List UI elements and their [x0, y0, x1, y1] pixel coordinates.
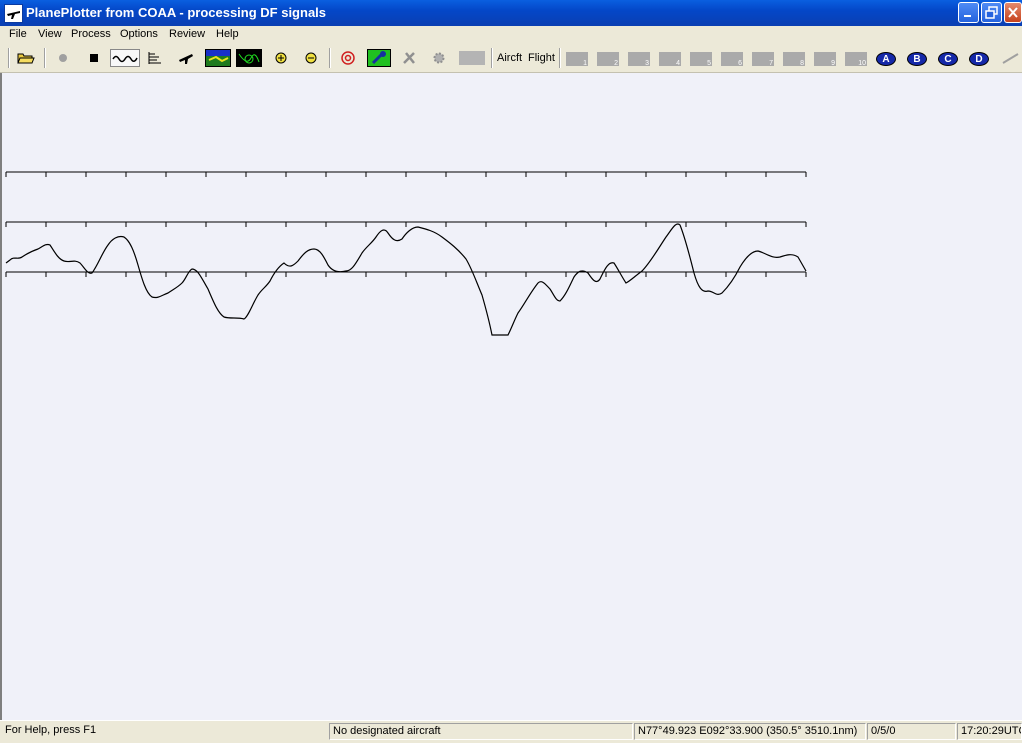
status-time: 17:20:29UTC [957, 723, 1022, 740]
numbered-tab-label: 9 [831, 60, 835, 67]
airplane-app-icon[interactable] [4, 4, 23, 23]
flight-button[interactable]: Flight [528, 52, 555, 70]
toolbar-separator [491, 48, 493, 68]
numbered-tab-2[interactable]: 2 [597, 52, 619, 67]
tick-marks [5, 172, 807, 277]
numbered-tab-label: 1 [583, 60, 587, 67]
numbered-tab-3[interactable]: 3 [628, 52, 650, 67]
toolbar-separator [559, 48, 561, 68]
numbered-tab-1[interactable]: 1 [566, 52, 588, 67]
menu-help[interactable]: Help [216, 28, 239, 40]
numbered-tab-label: 6 [738, 60, 742, 67]
zoom-out-icon[interactable] [302, 49, 320, 67]
numbered-tab-label: 4 [676, 60, 680, 67]
plot-workspace[interactable] [0, 73, 1022, 720]
button-b[interactable]: B [907, 52, 927, 66]
map-icon[interactable] [205, 49, 231, 67]
numbered-tab-10[interactable]: 10 [845, 52, 867, 67]
menu-bar: File View Process Options Review Help [0, 26, 1022, 44]
menu-review[interactable]: Review [169, 28, 205, 40]
numbered-tab-label: 2 [614, 60, 618, 67]
menu-view[interactable]: View [38, 28, 62, 40]
numbered-tab-6[interactable]: 6 [721, 52, 743, 67]
numbered-tab-9[interactable]: 9 [814, 52, 836, 67]
record-icon[interactable] [54, 49, 72, 67]
blank-icon[interactable] [459, 51, 485, 65]
status-counts: 0/5/0 [867, 723, 956, 740]
open-folder-icon[interactable] [15, 49, 37, 67]
numbered-tab-4[interactable]: 4 [659, 52, 681, 67]
status-help-text: For Help, press F1 [5, 724, 97, 736]
signal-trace [5, 223, 807, 336]
wrench-icon[interactable] [367, 49, 391, 67]
numbered-tab-7[interactable]: 7 [752, 52, 774, 67]
status-aircraft: No designated aircraft [329, 723, 633, 740]
numbered-tab-label: 8 [800, 60, 804, 67]
numbered-tab-8[interactable]: 8 [783, 52, 805, 67]
df-signal-plot [5, 171, 807, 336]
zoom-in-icon[interactable] [272, 49, 290, 67]
status-position: N77°49.923 E092°33.900 (350.5° 3510.1nm) [634, 723, 866, 740]
gear-icon[interactable] [430, 49, 448, 67]
numbered-tab-label: 7 [769, 60, 773, 67]
toolbar: Aircft Flight 1 2 3 4 5 6 7 8 9 10 A B C… [0, 44, 1022, 73]
toolbar-separator [44, 48, 46, 68]
menu-options[interactable]: Options [120, 28, 158, 40]
button-a[interactable]: A [876, 52, 896, 66]
numbered-tab-label: 5 [707, 60, 711, 67]
menu-file[interactable]: File [9, 28, 27, 40]
stop-icon[interactable] [85, 49, 103, 67]
button-c[interactable]: C [938, 52, 958, 66]
toolbar-separator [329, 48, 331, 68]
menu-process[interactable]: Process [71, 28, 111, 40]
title-bar: PlanePlotter from COAA - processing DF s… [0, 0, 1022, 26]
close-button[interactable] [1004, 2, 1022, 23]
restore-button[interactable] [981, 2, 1002, 23]
toolbar-separator [8, 48, 10, 68]
tools-icon[interactable] [400, 49, 420, 67]
waveform-icon[interactable] [110, 49, 140, 67]
numbered-tab-5[interactable]: 5 [690, 52, 712, 67]
numbered-tab-label: 10 [858, 60, 866, 67]
bars-icon[interactable] [146, 49, 164, 67]
minimize-button[interactable] [958, 2, 979, 23]
airplane-icon[interactable] [176, 49, 196, 67]
target-icon[interactable] [339, 49, 357, 67]
pen-icon[interactable] [1000, 49, 1022, 67]
button-d[interactable]: D [969, 52, 989, 66]
window-title: PlanePlotter from COAA - processing DF s… [26, 5, 327, 20]
aircraft-button[interactable]: Aircft [497, 52, 522, 70]
status-bar: For Help, press F1 No designated aircraf… [0, 720, 1022, 743]
numbered-tab-label: 3 [645, 60, 649, 67]
scope-icon[interactable] [236, 49, 262, 67]
